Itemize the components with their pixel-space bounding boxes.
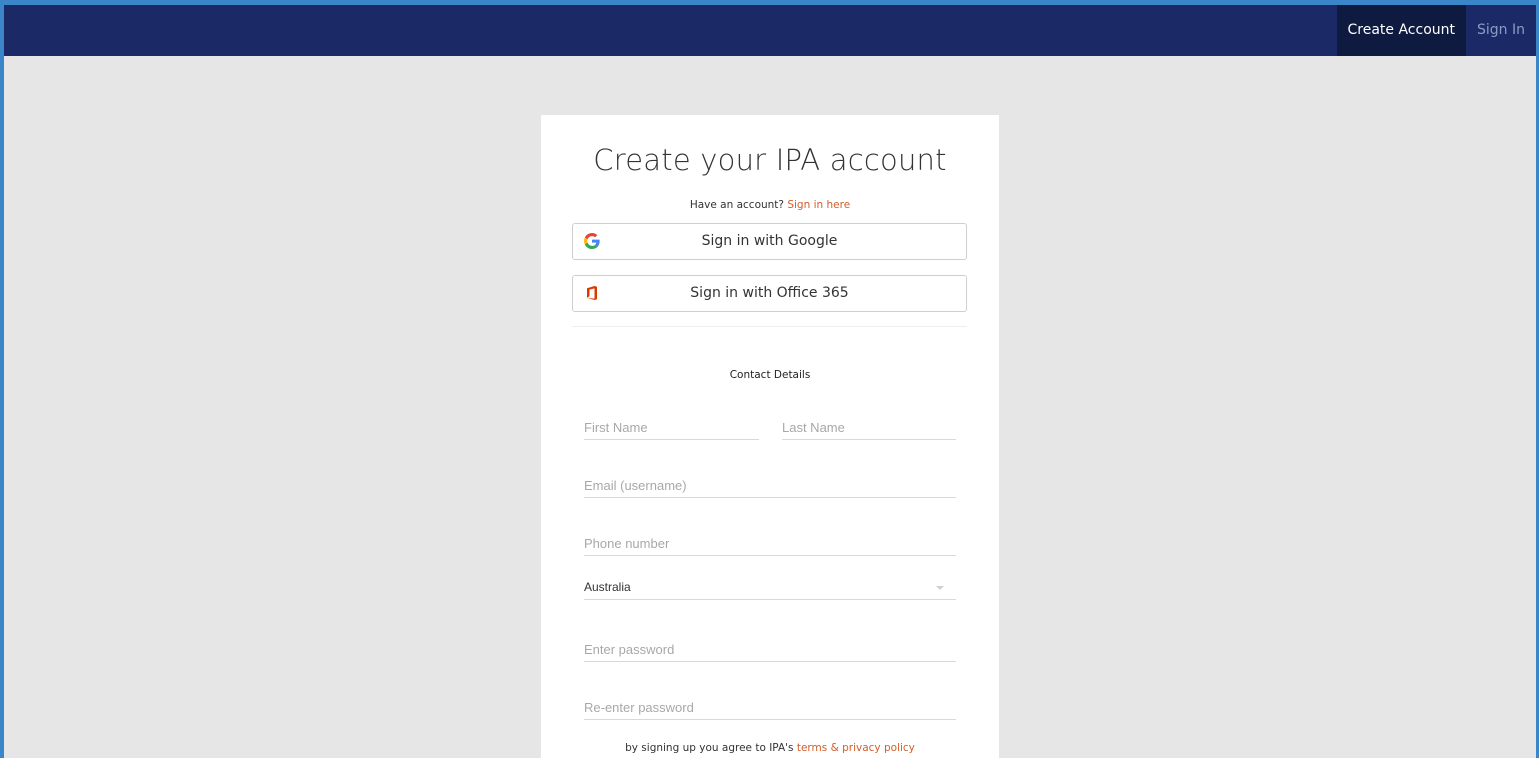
reenter-password-input[interactable] (584, 697, 956, 717)
top-navbar: Create Account Sign In (4, 5, 1536, 56)
nav-create-account[interactable]: Create Account (1336, 5, 1466, 56)
last-name-field (782, 417, 956, 440)
terms-line: by signing up you agree to IPA's terms &… (541, 742, 999, 754)
nav-sign-in[interactable]: Sign In (1466, 5, 1536, 56)
office365-button-label: Sign in with Office 365 (690, 285, 849, 301)
chevron-down-icon (936, 586, 944, 590)
password-field (584, 639, 956, 662)
email-input[interactable] (584, 475, 956, 495)
country-select-value: Australia (584, 580, 631, 594)
section-divider (572, 326, 967, 327)
country-select[interactable]: Australia (584, 577, 956, 600)
have-account-text: Have an account? (689, 199, 784, 211)
password-input[interactable] (584, 639, 956, 659)
terms-text: by signing up you agree to IPA's (625, 742, 794, 754)
contact-details-heading: Contact Details (729, 369, 811, 381)
terms-privacy-link[interactable]: terms & privacy policy (797, 742, 915, 754)
reenter-password-field (584, 697, 956, 720)
first-name-input[interactable] (584, 417, 759, 437)
have-account-line: Have an account? Sign in here (541, 199, 999, 211)
last-name-input[interactable] (782, 417, 956, 437)
phone-input[interactable] (584, 533, 956, 553)
email-field (584, 475, 956, 498)
page-title: Create your IPA account (593, 143, 947, 177)
office365-sign-in-button[interactable]: Sign in with Office 365 (572, 275, 967, 312)
google-button-label: Sign in with Google (701, 233, 838, 249)
phone-field (584, 533, 956, 556)
sign-in-here-link[interactable]: Sign in here (787, 199, 850, 211)
app-window: Create Account Sign In Create your IPA a… (4, 5, 1536, 758)
signup-card: Create your IPA account Have an account?… (541, 115, 999, 758)
first-name-field (584, 417, 759, 440)
nav-menu: Create Account Sign In (1336, 5, 1537, 56)
google-sign-in-button[interactable]: Sign in with Google (572, 223, 967, 260)
